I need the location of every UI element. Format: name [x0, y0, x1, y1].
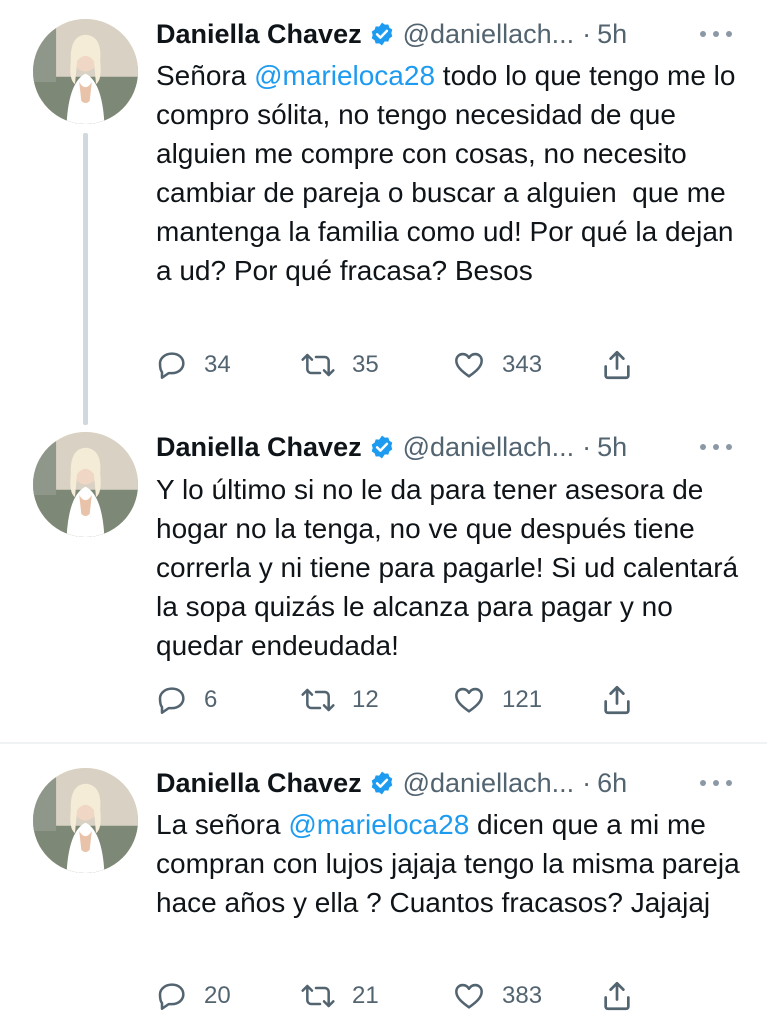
display-name[interactable]: Daniella Chavez: [156, 432, 362, 463]
tweet[interactable]: Daniella Chavez @daniellach... · 5h Seño…: [0, 0, 767, 418]
tweet-text: Y lo último si no le da para tener aseso…: [156, 474, 746, 661]
share-button[interactable]: [600, 680, 634, 720]
avatar[interactable]: [33, 19, 138, 124]
tweet-header: Daniella Chavez @daniellach... · 6h: [156, 766, 627, 800]
tweet-header: Daniella Chavez @daniellach... · 5h: [156, 17, 627, 51]
reply-button[interactable]: 20: [156, 976, 231, 1016]
retweet-count: 12: [352, 686, 379, 713]
retweet-icon: [301, 353, 335, 377]
thread-connector-line: [83, 133, 88, 425]
reply-icon: [158, 352, 185, 379]
separator-dot: ·: [582, 431, 592, 462]
more-options-icon[interactable]: [699, 17, 733, 51]
retweet-count: 35: [352, 351, 379, 378]
reply-count: 6: [204, 686, 218, 713]
reply-icon: [158, 687, 185, 714]
like-button[interactable]: 121: [452, 680, 542, 720]
share-icon: [604, 981, 630, 1011]
tweet-text-part: Señora: [156, 60, 255, 91]
tweet-text: La señora @marieloca28 dicen que a mi me…: [156, 805, 746, 922]
reply-button[interactable]: 34: [156, 345, 231, 385]
heart-icon: [455, 352, 483, 378]
user-handle[interactable]: @daniellach...: [403, 432, 575, 463]
reply-count: 34: [204, 351, 231, 378]
retweet-button[interactable]: 21: [300, 976, 379, 1016]
tweet-text-part: La señora: [156, 809, 289, 840]
display-name[interactable]: Daniella Chavez: [156, 768, 362, 799]
reply-button[interactable]: 6: [156, 680, 217, 720]
verified-badge-icon: [369, 21, 395, 47]
verified-badge-icon: [369, 434, 395, 460]
like-count: 343: [502, 351, 543, 378]
more-options-icon[interactable]: [699, 430, 733, 464]
avatar[interactable]: [33, 432, 138, 537]
mention-link[interactable]: @marieloca28: [288, 809, 469, 840]
like-button[interactable]: 343: [452, 345, 542, 385]
share-icon: [604, 685, 630, 715]
retweet-count: 21: [352, 982, 379, 1009]
tweet-actions: 34 35 343: [156, 345, 656, 385]
reply-count: 20: [204, 982, 231, 1009]
retweet-icon: [301, 984, 335, 1008]
tweet-header: Daniella Chavez @daniellach... · 5h: [156, 430, 627, 464]
more-options-icon[interactable]: [699, 766, 733, 800]
like-count: 121: [502, 686, 543, 713]
share-button[interactable]: [600, 976, 634, 1016]
retweet-button[interactable]: 35: [300, 345, 379, 385]
tweet[interactable]: Daniella Chavez @daniellach... · 5h Y lo…: [0, 418, 767, 740]
tweet[interactable]: Daniella Chavez @daniellach... · 6h La s…: [0, 744, 767, 1024]
reply-icon: [158, 983, 185, 1010]
mention-link[interactable]: @marieloca28: [254, 60, 435, 91]
retweet-button[interactable]: 12: [300, 680, 379, 720]
heart-icon: [455, 687, 483, 713]
tweet-text: Señora @marieloca28 todo lo que tengo me…: [156, 56, 746, 290]
share-icon: [604, 350, 630, 380]
timestamp[interactable]: 5h: [597, 19, 627, 50]
timestamp[interactable]: 5h: [597, 432, 627, 463]
user-handle[interactable]: @daniellach...: [403, 768, 575, 799]
heart-icon: [455, 983, 483, 1009]
like-count: 383: [502, 982, 543, 1009]
tweet-text-part: todo lo que tengo me lo compro sólita, n…: [156, 60, 744, 286]
timestamp[interactable]: 6h: [597, 768, 627, 799]
tweet-actions: 6 12 121: [156, 680, 656, 720]
like-button[interactable]: 383: [452, 976, 542, 1016]
display-name[interactable]: Daniella Chavez: [156, 19, 362, 50]
tweet-actions: 20 21 383: [156, 976, 656, 1016]
verified-badge-icon: [369, 770, 395, 796]
share-button[interactable]: [600, 345, 634, 385]
user-handle[interactable]: @daniellach...: [403, 19, 575, 50]
retweet-icon: [301, 688, 335, 712]
avatar[interactable]: [33, 768, 138, 873]
separator-dot: ·: [582, 767, 592, 798]
separator-dot: ·: [582, 18, 592, 49]
